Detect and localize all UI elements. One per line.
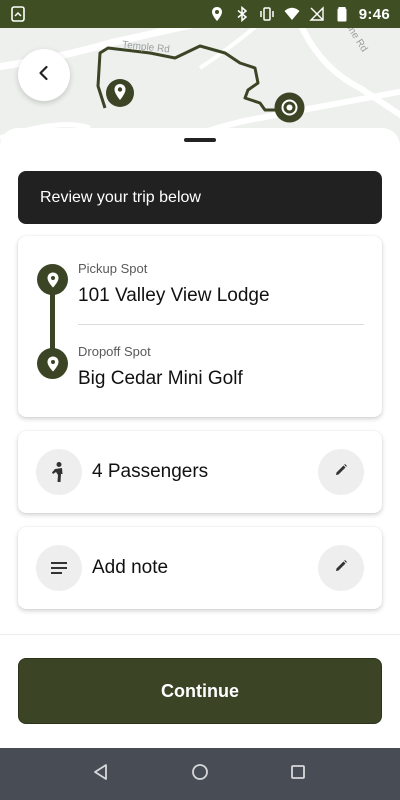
pencil-icon <box>334 559 348 578</box>
person-icon <box>36 449 82 495</box>
no-signal-icon <box>309 6 325 22</box>
map-pickup-pin-icon <box>105 78 135 113</box>
continue-button[interactable]: Continue <box>18 658 382 724</box>
continue-label: Continue <box>161 680 239 701</box>
sim-card-icon <box>10 6 26 22</box>
passengers-card[interactable]: 4 Passengers <box>18 431 382 513</box>
note-card[interactable]: Add note <box>18 527 382 609</box>
passengers-label: 4 Passengers <box>92 461 209 482</box>
nav-home-button[interactable] <box>187 761 213 787</box>
review-banner: Review your trip below <box>18 171 382 224</box>
sheet-divider <box>0 634 400 635</box>
pencil-icon <box>334 463 348 482</box>
notes-icon <box>36 545 82 591</box>
back-button[interactable] <box>18 49 70 101</box>
pickup-label: Pickup Spot <box>78 261 148 276</box>
nav-recents-button[interactable] <box>285 761 311 787</box>
square-recents-icon <box>290 764 306 785</box>
dropoff-address: Big Cedar Mini Golf <box>78 368 243 389</box>
dropoff-pin-icon <box>37 348 68 379</box>
trip-review-sheet: Review your trip below Pickup Spot 101 V… <box>0 128 400 748</box>
pickup-pin-icon <box>37 264 68 295</box>
map-dropoff-pin-icon <box>274 92 305 128</box>
nav-back-button[interactable] <box>88 761 114 787</box>
clock-time: 9:46 <box>358 5 390 23</box>
vibrate-icon <box>259 6 275 22</box>
wifi-icon <box>284 6 300 22</box>
review-banner-text: Review your trip below <box>40 188 201 206</box>
back-arrow-icon <box>35 64 53 87</box>
bluetooth-icon <box>234 5 250 23</box>
edit-passengers-button[interactable] <box>318 449 364 495</box>
edit-note-button[interactable] <box>318 545 364 591</box>
route-card: Pickup Spot 101 Valley View Lodge Dropof… <box>18 236 382 417</box>
circle-home-icon <box>191 763 209 786</box>
pickup-address: 101 Valley View Lodge <box>78 285 270 306</box>
drag-handle[interactable] <box>184 138 216 142</box>
battery-icon <box>334 6 350 22</box>
add-note-label: Add note <box>92 557 169 578</box>
system-nav-bar <box>0 748 400 800</box>
location-icon <box>209 6 225 22</box>
route-divider <box>78 324 364 325</box>
dropoff-label: Dropoff Spot <box>78 344 151 359</box>
status-bar: 9:46 <box>0 0 400 28</box>
triangle-back-icon <box>92 763 110 786</box>
